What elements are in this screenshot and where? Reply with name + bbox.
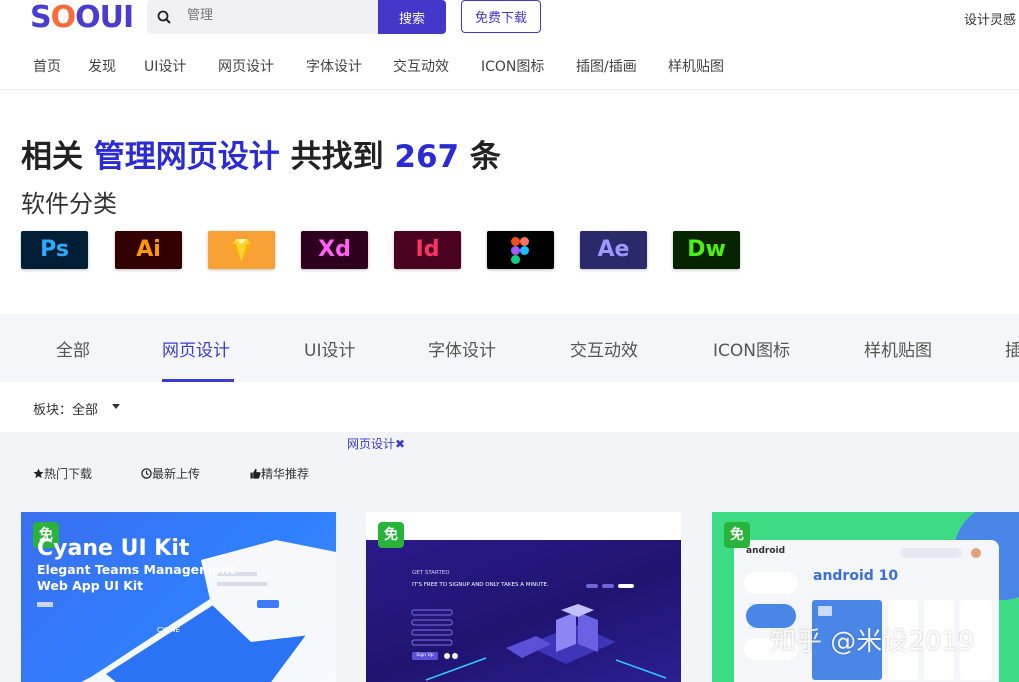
card-brand-text: CYANE <box>157 626 180 634</box>
title-keyword: 管理网页设计 <box>93 139 280 175</box>
illustrator-icon[interactable]: Ai <box>115 231 182 269</box>
card-title: Cyane UI Kit <box>37 536 190 561</box>
main-nav: 首页 发现 UI设计 网页设计 字体设计 交互动效 ICON图标 插图/插画 样… <box>0 56 1019 80</box>
top-bar: SOOUI 搜索 免费下载 设计灵感 <box>0 0 1019 36</box>
title-prefix: 相关 <box>21 139 83 175</box>
sort-latest-label: 最新上传 <box>152 467 201 481</box>
card-heading: GET STARTED <box>412 570 450 576</box>
resource-card-signup[interactable]: GET STARTED IT'S FREE TO SIGNUP AND ONLY… <box>366 512 681 682</box>
card-signup-button: Sign Up <box>412 652 438 660</box>
dreamweaver-icon[interactable]: Dw <box>673 231 740 269</box>
nav-item-mockup[interactable]: 样机贴图 <box>668 56 724 76</box>
block-filter-dropdown[interactable]: 板块：全部 <box>33 399 98 418</box>
card-brand: android <box>746 546 786 556</box>
filter-row: 板块：全部 <box>0 382 1019 432</box>
card-subtitle-1: Elegant Teams Management <box>37 562 236 577</box>
sketch-diamond-icon <box>232 239 251 261</box>
design-inspiration-link[interactable]: 设计灵感 <box>964 9 1016 28</box>
watermark-text: 知乎 @米设2019 <box>770 627 975 657</box>
sort-featured-label: 精华推荐 <box>261 467 310 481</box>
nav-item-ui-design[interactable]: UI设计 <box>144 56 186 76</box>
card-subtitle-2: Web App UI Kit <box>37 578 144 593</box>
photoshop-icon[interactable]: Ps <box>21 231 88 269</box>
tab-mockup[interactable]: 样机贴图 <box>864 336 932 361</box>
nav-item-illustration[interactable]: 插图/插画 <box>576 56 637 76</box>
thumbs-up-icon <box>250 468 261 479</box>
figma-logo-icon <box>511 237 529 264</box>
software-category-title: 软件分类 <box>21 190 117 218</box>
card-preview-image: GET STARTED IT'S FREE TO SIGNUP AND ONLY… <box>366 540 681 682</box>
card-text: IT'S FREE TO SIGNUP AND ONLY TAKES A MIN… <box>412 582 549 588</box>
tab-all[interactable]: 全部 <box>56 336 90 361</box>
chevron-down-icon[interactable] <box>112 404 120 409</box>
tab-illustration[interactable]: 插 <box>1005 336 1019 361</box>
free-badge: 免 <box>378 522 404 548</box>
sort-hot-downloads[interactable]: 热门下载 <box>33 465 92 482</box>
clock-icon <box>141 468 152 479</box>
search-button[interactable]: 搜索 <box>378 0 446 34</box>
sketch-icon[interactable] <box>208 231 275 269</box>
tab-interaction[interactable]: 交互动效 <box>570 336 638 361</box>
indesign-icon[interactable]: Id <box>394 231 461 269</box>
sort-latest-upload[interactable]: 最新上传 <box>141 465 200 482</box>
free-download-button[interactable]: 免费下载 <box>461 0 541 33</box>
site-logo[interactable]: SOOUI <box>30 2 134 34</box>
result-count: 267 <box>394 139 460 175</box>
nav-item-icon[interactable]: ICON图标 <box>481 56 544 76</box>
isometric-illustration <box>411 584 667 681</box>
nav-item-discover[interactable]: 发现 <box>88 56 116 76</box>
tab-icon[interactable]: ICON图标 <box>713 336 790 361</box>
sort-featured[interactable]: 精华推荐 <box>250 465 309 482</box>
resource-card-cyane[interactable]: CYANE 免 Cyane UI Kit Elegant Teams Manag… <box>21 512 336 682</box>
nav-item-home[interactable]: 首页 <box>33 56 61 76</box>
free-badge: 免 <box>724 522 750 548</box>
search-input[interactable] <box>187 8 367 23</box>
search-icon <box>157 10 171 24</box>
page-title: 相关 管理网页设计 共找到 267 条 <box>21 131 501 176</box>
after-effects-icon[interactable]: Ae <box>580 231 647 269</box>
divider <box>0 89 1019 90</box>
card-title: android 10 <box>813 568 899 584</box>
search-box[interactable] <box>147 0 379 34</box>
tab-font-design[interactable]: 字体设计 <box>428 336 496 361</box>
xd-icon[interactable]: Xd <box>301 231 368 269</box>
tab-web-design[interactable]: 网页设计 <box>162 336 230 361</box>
title-suffix: 条 <box>469 139 501 175</box>
sort-hot-label: 热门下载 <box>44 467 93 481</box>
figma-icon[interactable] <box>487 231 554 269</box>
category-tabs: 全部 网页设计 UI设计 字体设计 交互动效 ICON图标 样机贴图 插 <box>0 314 1019 382</box>
nav-item-font-design[interactable]: 字体设计 <box>306 56 362 76</box>
title-middle: 共找到 <box>290 139 384 175</box>
star-icon <box>33 468 44 479</box>
nav-item-interaction[interactable]: 交互动效 <box>393 56 449 76</box>
active-filter-tag[interactable]: 网页设计✖ <box>347 435 405 452</box>
tab-ui-design[interactable]: UI设计 <box>304 336 355 361</box>
nav-item-web-design[interactable]: 网页设计 <box>218 56 274 76</box>
